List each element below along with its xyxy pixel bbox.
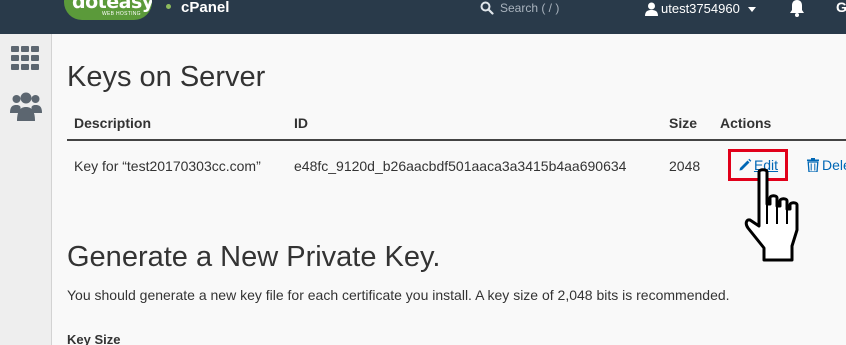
column-header-actions: Actions	[720, 115, 772, 131]
column-header-id: ID	[294, 115, 308, 131]
column-header-size: Size	[669, 115, 698, 131]
key-size: 2048	[669, 158, 701, 174]
left-sidebar	[0, 34, 52, 345]
logo-subtext: WEB HOSTING	[102, 11, 141, 17]
product-name: cPanel	[181, 0, 230, 16]
user-menu[interactable]: utest3754960	[645, 0, 756, 18]
users-icon[interactable]	[10, 91, 42, 121]
username: utest3754960	[661, 1, 740, 16]
top-navbar: doteasy WEB HOSTING cPanel utest3754960 …	[0, 0, 846, 34]
key-id: e48fc_9120d_b26aacbdf501aaca3a3415b4aa69…	[294, 158, 627, 174]
brand-separator-dot	[166, 4, 171, 9]
key-size-label: Key Size	[67, 332, 121, 345]
bell-icon[interactable]	[789, 0, 805, 17]
table-header-divider	[67, 139, 846, 141]
doteasy-logo[interactable]: doteasy WEB HOSTING	[64, 0, 152, 20]
delete-link-label[interactable]: Dele	[822, 156, 846, 174]
main-content: Keys on Server Description ID Size Actio…	[53, 34, 846, 345]
page-title: Keys on Server	[67, 61, 266, 93]
hand-pointer-cursor-icon	[744, 168, 799, 262]
generate-key-description: You should generate a new key file for e…	[67, 287, 730, 303]
chevron-down-icon	[747, 6, 756, 12]
search-icon[interactable]	[480, 1, 494, 15]
user-icon	[645, 2, 658, 16]
logout-icon[interactable]: G	[836, 0, 846, 16]
delete-button[interactable]: Dele	[807, 156, 846, 174]
search-input[interactable]	[500, 0, 610, 17]
key-description: Key for “test20170303cc.com”	[74, 158, 261, 174]
grid-icon[interactable]	[11, 46, 39, 70]
generate-key-title: Generate a New Private Key.	[67, 241, 441, 273]
column-header-description: Description	[74, 115, 152, 131]
